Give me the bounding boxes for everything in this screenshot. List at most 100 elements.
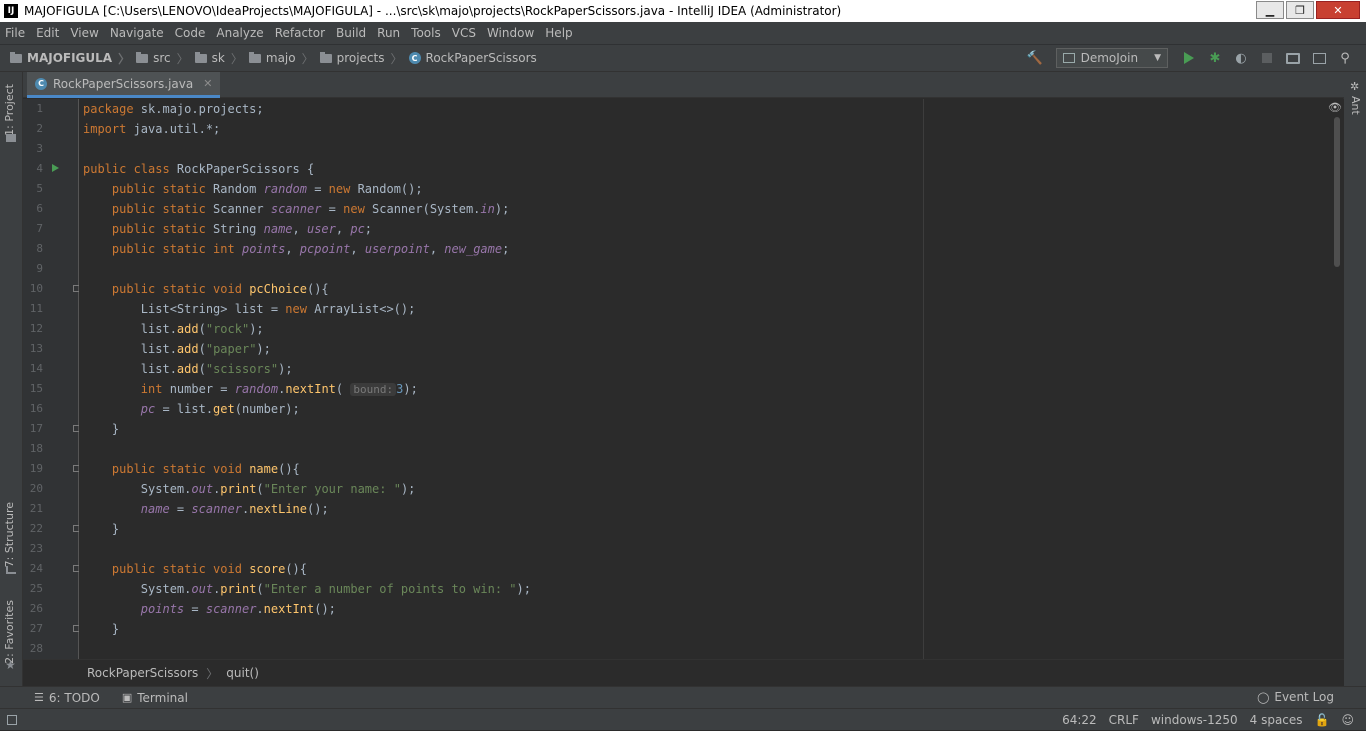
editor-tab-rockpaperscissors[interactable]: C RockPaperScissors.java ✕ [27,72,221,98]
code-line: System.out.print("Enter a number of poin… [83,582,531,596]
breadcrumb-method[interactable]: quit() [226,666,259,680]
restore-button[interactable]: ❐ [1286,1,1314,19]
eye-icon[interactable]: 👁 [1328,101,1342,114]
nav-crumb-projects[interactable]: projects 〉 [319,50,403,67]
inspector-icon[interactable]: ☺ [1341,713,1354,727]
code-line: pc = list.get(number); [140,402,300,416]
toggle-tool-windows-icon[interactable] [7,714,17,725]
star-icon: ★ [5,658,16,672]
code-editor[interactable]: package sk.majo.projects; import java.ut… [79,99,1344,659]
menu-run[interactable]: Run [372,26,406,40]
tool-tab-favorites[interactable]: 2: Favorites [3,600,16,664]
code-line: list.add("rock"); [83,322,264,336]
minimize-button[interactable]: ▁ [1256,1,1284,19]
code-line: public static void name(){ [111,462,300,476]
title-bar: IJ MAJOFIGULA [C:\Users\LENOVO\IdeaProje… [0,0,1366,22]
close-icon[interactable]: ✕ [203,77,212,90]
nav-crumb-sk[interactable]: sk 〉 [194,50,243,67]
menu-view[interactable]: View [65,26,104,40]
menu-edit[interactable]: Edit [31,26,65,40]
nav-crumb-majo[interactable]: majo 〉 [248,50,314,67]
nav-crumb-project[interactable]: MAJOFIGULA 〉 [10,50,130,67]
nav-crumb-src[interactable]: src 〉 [136,50,189,67]
code-line: public static String name, user, pc; [111,222,373,236]
line-number: 1 [36,102,43,115]
line-number: 26 [29,602,43,615]
run-icon[interactable] [1178,47,1200,69]
left-tool-strip: 1: Project 7: Structure 2: Favorites ★ [0,72,23,686]
tool-tab-structure[interactable]: 7: Structure [3,502,16,567]
lock-icon[interactable]: 🔓 [1315,713,1330,727]
menu-tools[interactable]: Tools [406,26,447,40]
search-everywhere-icon[interactable]: ⚲ [1334,47,1356,69]
line-number: 28 [29,642,43,655]
menu-refactor[interactable]: Refactor [270,26,331,40]
code-line: } [83,422,120,436]
menu-help[interactable]: Help [540,26,578,40]
code-line: public static void score(){ [111,562,307,576]
java-class-icon: C [35,77,47,90]
status-bar: 64:22 CRLF windows-1250 4 spaces 🔓 ☺ [0,708,1366,730]
line-number: 7 [36,222,43,235]
menu-code[interactable]: Code [170,26,212,40]
nav-crumb-class[interactable]: C RockPaperScissors [408,51,537,65]
tool-tab-ant[interactable]: Ant [1349,96,1362,115]
nav-crumb-label: src [153,51,171,65]
tool-tab-terminal[interactable]: ▣ Terminal [122,691,188,705]
line-separator[interactable]: CRLF [1109,713,1139,727]
stop-icon[interactable] [1256,47,1278,69]
file-encoding[interactable]: windows-1250 [1151,713,1238,727]
code-line: public static void pcChoice(){ [111,282,329,296]
folder-icon [136,51,149,63]
vertical-scrollbar[interactable] [1334,117,1340,267]
presentation-mode-icon[interactable] [1308,47,1330,69]
tool-tab-project[interactable]: 1: Project [3,84,16,136]
menu-analyze[interactable]: Analyze [211,26,269,40]
line-number: 21 [29,502,43,515]
folder-icon [319,51,332,63]
line-number: 15 [29,382,43,395]
run-with-coverage-icon[interactable]: ◐ [1230,47,1252,69]
run-class-gutter-icon[interactable] [52,164,59,172]
build-hammer-icon[interactable]: 🔨 [1024,47,1046,69]
caret-position[interactable]: 64:22 [1062,713,1097,727]
line-number: 14 [29,362,43,375]
tool-tab-todo[interactable]: ☰ 6: TODO [34,691,100,705]
close-button[interactable]: ✕ [1316,1,1360,19]
code-line: System.out.print("Enter your name: "); [83,482,416,496]
editor-gutter: 1 2 3 4 5 6 7 8 9 10 11 12 13 14 15 16 1… [23,99,80,659]
breadcrumb-class[interactable]: RockPaperScissors [87,666,198,680]
right-tool-strip: ✲ Ant [1343,72,1366,686]
chevron-right-icon: 〉 [301,51,314,66]
run-configuration-select[interactable]: DemoJoin ▼ [1055,48,1168,68]
line-number: 3 [36,142,43,155]
intellij-logo-icon: IJ [4,4,18,18]
code-line: points = scanner.nextInt(); [140,602,336,616]
event-log-icon: ◯ [1257,690,1270,704]
chevron-right-icon: 〉 [118,51,131,66]
line-number: 11 [29,302,43,315]
tool-tab-label: Terminal [137,690,188,705]
line-number: 17 [29,422,43,435]
code-line: public static int points, pcpoint, userp… [111,242,510,256]
menu-window[interactable]: Window [482,26,540,40]
nav-crumb-label: sk [211,51,225,65]
tool-tab-event-log[interactable]: ◯ Event Log [1257,690,1334,704]
indent-setting[interactable]: 4 spaces [1250,713,1303,727]
debug-bug-icon[interactable]: ✱ [1204,47,1226,69]
line-number: 18 [29,442,43,455]
menu-file[interactable]: File [0,26,31,40]
menu-navigate[interactable]: Navigate [105,26,170,40]
nav-crumb-label: MAJOFIGULA [27,51,113,65]
project-structure-icon[interactable] [1282,47,1304,69]
nav-crumb-label: projects [336,51,385,65]
line-number: 23 [29,542,43,555]
line-number: 13 [29,342,43,355]
code-line: } [83,622,120,636]
editor-tab-bar: C RockPaperScissors.java ✕ [23,72,1344,98]
menu-build[interactable]: Build [331,26,372,40]
line-number: 16 [29,402,43,415]
line-number: 4 [36,162,43,175]
menu-vcs[interactable]: VCS [447,26,482,40]
chevron-right-icon: 〉 [390,51,403,66]
